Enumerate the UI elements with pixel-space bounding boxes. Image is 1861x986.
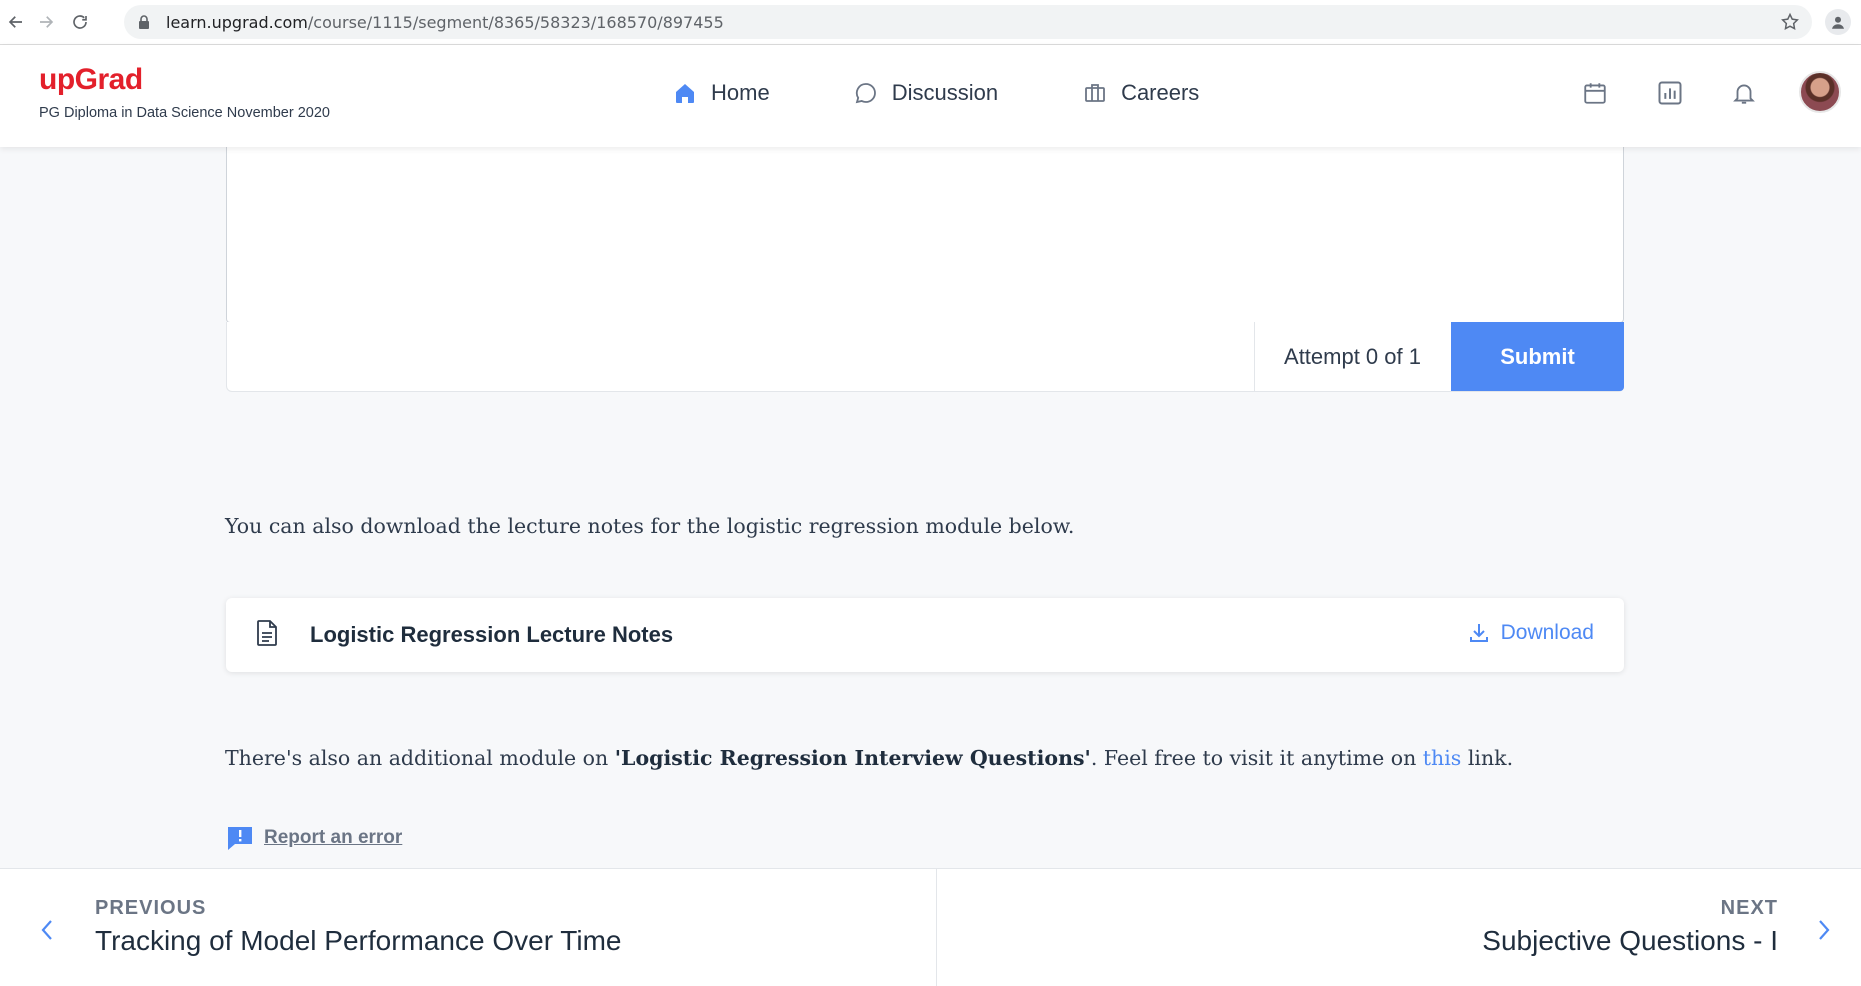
main-nav: Home Discussion Careers [673, 78, 1199, 108]
briefcase-icon [1085, 84, 1105, 102]
nav-careers[interactable]: Careers [1083, 78, 1199, 108]
url-domain: learn.upgrad.com [166, 13, 308, 32]
previous-kicker: PREVIOUS [95, 897, 207, 919]
additional-suffix: link. [1461, 746, 1514, 770]
nav-home[interactable]: Home [673, 78, 770, 108]
chevron-right-icon [1815, 917, 1833, 948]
report-flag-icon [228, 827, 252, 850]
address-bar[interactable]: learn.upgrad.com/course/1115/segment/836… [124, 5, 1812, 39]
previous-title: Tracking of Model Performance Over Time [95, 925, 622, 956]
next-segment-button[interactable]: NEXT Subjective Questions - I [938, 869, 1861, 986]
back-arrow-icon[interactable] [4, 10, 28, 34]
calendar-icon[interactable] [1580, 78, 1610, 108]
submit-button[interactable]: Submit [1451, 322, 1624, 391]
lecture-notes-card: Logistic Regression Lecture Notes Downlo… [226, 598, 1624, 672]
next-title: Subjective Questions - I [1482, 925, 1778, 956]
nav-home-label: Home [711, 80, 770, 105]
lock-icon [138, 15, 150, 34]
home-icon [676, 84, 694, 103]
browser-toolbar: learn.upgrad.com/course/1115/segment/836… [0, 0, 1861, 45]
report-error-label: Report an error [264, 827, 403, 848]
next-kicker: NEXT [1720, 897, 1778, 919]
download-label: Download [1500, 621, 1594, 644]
attempt-counter: Attempt 0 of 1 [1254, 322, 1450, 391]
nav-discussion-label: Discussion [891, 80, 999, 105]
nav-careers-label: Careers [1121, 80, 1200, 105]
answer-footer: Attempt 0 of 1 Submit [226, 322, 1624, 392]
additional-module-text: There's also an additional module on 'Lo… [225, 746, 1513, 770]
app-header: upGrad PG Diploma in Data Science Novemb… [0, 45, 1861, 147]
notification-bell-icon[interactable] [1729, 78, 1759, 108]
additional-middle: . Feel free to visit it anytime on [1090, 746, 1423, 770]
interview-questions-link[interactable]: this [1423, 746, 1462, 770]
notes-intro-text: You can also download the lecture notes … [225, 514, 1075, 538]
download-icon [1469, 624, 1488, 642]
url-path: /course/1115/segment/8365/58323/168570/8… [307, 13, 724, 32]
module-name: 'Logistic Regression Interview Questions… [614, 746, 1091, 770]
upgrad-logo[interactable]: upGrad [39, 63, 143, 97]
report-error-link[interactable]: Report an error [226, 825, 402, 851]
chat-bubble-icon [855, 83, 876, 104]
url-text: learn.upgrad.com/course/1115/segment/836… [166, 13, 724, 32]
document-icon [256, 620, 278, 651]
lecture-notes-title: Logistic Regression Lecture Notes [310, 622, 674, 647]
chevron-left-icon [38, 917, 56, 948]
browser-profile-icon[interactable] [1825, 9, 1851, 35]
program-name: PG Diploma in Data Science November 2020 [39, 105, 330, 121]
bookmark-star-icon[interactable] [1780, 12, 1800, 37]
download-button[interactable]: Download [1467, 621, 1594, 645]
nav-discussion[interactable]: Discussion [854, 78, 998, 108]
answer-textarea[interactable] [226, 140, 1624, 323]
user-avatar[interactable] [1799, 71, 1841, 113]
previous-segment-button[interactable]: PREVIOUS Tracking of Model Performance O… [0, 869, 937, 986]
additional-prefix: There's also an additional module on [225, 746, 615, 770]
segment-navigation: PREVIOUS Tracking of Model Performance O… [0, 868, 1861, 986]
performance-chart-icon[interactable] [1655, 78, 1685, 108]
reload-icon[interactable] [68, 10, 92, 34]
forward-arrow-icon[interactable] [34, 10, 58, 34]
